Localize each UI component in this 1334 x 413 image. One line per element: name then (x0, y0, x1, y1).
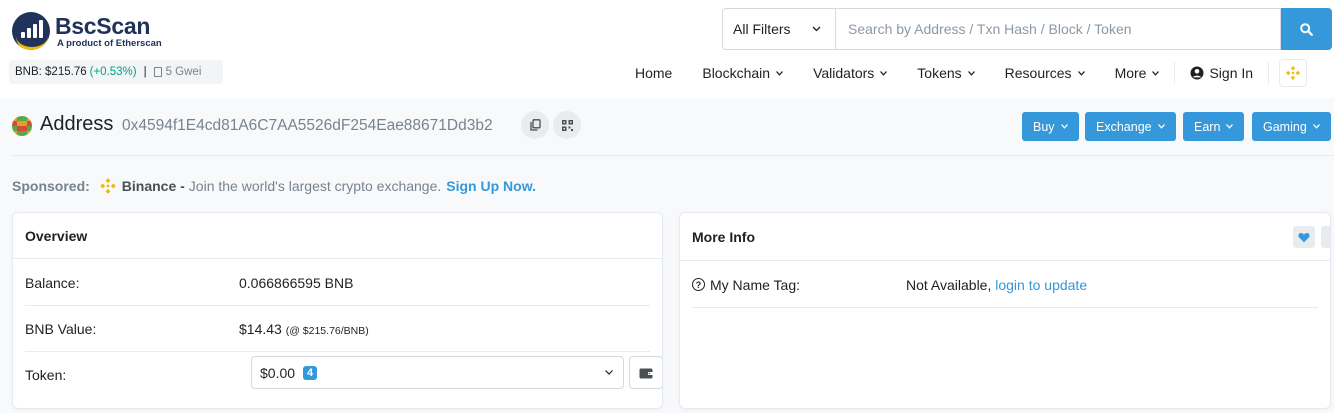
bscscan-logo-icon (12, 12, 50, 50)
favorite-button[interactable] (1293, 226, 1315, 248)
balance-label: Balance: (25, 274, 80, 291)
address-hash: 0x4594f1E4cd81A6C7AA5526dF254Eae88671Dd3… (122, 117, 493, 134)
address-identicon (12, 116, 32, 136)
login-to-update-link[interactable]: login to update (995, 277, 1087, 293)
exchange-dropdown[interactable]: Exchange (1085, 112, 1176, 141)
price-ticker: BNB: $215.76 (+0.53%) | 5 Gwei (9, 60, 223, 84)
nav-resources[interactable]: Resources (990, 65, 1100, 81)
name-tag-label-wrap: ? My Name Tag: (692, 277, 906, 293)
nav-signin-label: Sign In (1209, 65, 1254, 81)
address-header: Address 0x4594f1E4cd81A6C7AA5526dF254Eae… (12, 104, 1334, 156)
nav-home[interactable]: Home (620, 65, 687, 81)
sponsor-brand: Binance - (121, 178, 185, 194)
binance-icon (100, 178, 116, 194)
exchange-label: Exchange (1096, 119, 1152, 134)
buy-label: Buy (1033, 119, 1055, 134)
name-tag-label: My Name Tag: (710, 276, 800, 293)
chevron-down-icon (776, 70, 784, 76)
question-icon[interactable]: ? (692, 278, 705, 291)
sponsored-banner: Sponsored: Binance - Join the world's la… (12, 176, 536, 196)
gas-price-value: 5 Gwei (165, 66, 202, 78)
nav-signin[interactable]: Sign In (1175, 65, 1268, 81)
more-info-title: More Info (692, 228, 755, 245)
nav-blockchain[interactable]: Blockchain (687, 65, 798, 81)
main-nav: Home Blockchain Validators Tokens Resour… (620, 58, 1308, 88)
nav-more[interactable]: More (1100, 65, 1175, 81)
search-input[interactable] (835, 8, 1281, 50)
token-row: Token: $0.00 4 (25, 352, 662, 398)
token-count-badge: 4 (303, 365, 318, 380)
gas-price[interactable]: 5 Gwei (153, 66, 202, 78)
nav-home-label: Home (635, 65, 673, 81)
search-icon (1300, 22, 1313, 36)
nav-tokens[interactable]: Tokens (902, 65, 989, 81)
bnb-value-row: BNB Value: $14.43 (@ $215.76/BNB) (25, 306, 650, 352)
chevron-down-icon (1060, 124, 1068, 129)
chevron-down-icon (1152, 70, 1160, 76)
nav-divider (1268, 62, 1270, 84)
search-filter-select[interactable]: All Filters (722, 8, 835, 50)
earn-label: Earn (1194, 119, 1221, 134)
more-vertical-icon (1330, 231, 1331, 243)
bnb-value-rate: (@ $215.76/BNB) (285, 324, 369, 337)
token-holdings-dropdown[interactable]: $0.00 4 (251, 356, 624, 389)
logo-subtitle: A product of Etherscan (57, 37, 162, 49)
chevron-down-icon (967, 70, 975, 76)
nav-validators[interactable]: Validators (798, 65, 902, 81)
search-button[interactable] (1281, 8, 1332, 50)
chevron-down-icon (1157, 124, 1165, 129)
nav-blockchain-label: Blockchain (702, 65, 771, 81)
heart-icon (1298, 232, 1310, 242)
bnb-price: BNB: $215.76 (15, 66, 87, 78)
overview-title: Overview (13, 213, 662, 259)
token-value: $0.00 (260, 364, 296, 381)
chevron-down-icon (1226, 124, 1234, 129)
buy-dropdown[interactable]: Buy (1022, 112, 1079, 141)
bnb-value-label: BNB Value: (25, 320, 97, 337)
search-bar: All Filters (722, 8, 1332, 50)
logo[interactable]: BscScan A product of Etherscan (12, 12, 162, 50)
nav-validators-label: Validators (813, 65, 875, 81)
balance-row: Balance: 0.066866595 BNB (25, 260, 650, 306)
chevron-down-icon (812, 26, 821, 32)
logo-title: BscScan (55, 12, 151, 39)
nav-resources-label: Resources (1004, 65, 1072, 81)
sponsor-text: Join the world's largest crypto exchange… (188, 178, 442, 194)
token-wallet-button[interactable] (629, 356, 662, 389)
balance-value: 0.066866595 BNB (239, 274, 354, 291)
qr-code-icon (561, 119, 573, 131)
name-tag-row: ? My Name Tag: Not Available, login to u… (692, 262, 1318, 308)
bnb-value-amount: $14.43 (239, 320, 282, 337)
copy-address-button[interactable] (521, 111, 549, 139)
chevron-down-icon (880, 70, 888, 76)
more-info-header: More Info (680, 213, 1330, 261)
name-tag-value: Not Available, (906, 276, 992, 293)
token-label: Token: (25, 367, 67, 383)
overview-card: Overview Balance: 0.066866595 BNB BNB Va… (12, 212, 663, 409)
sponsor-signup-link[interactable]: Sign Up Now. (446, 178, 536, 194)
bnb-price-change: (+0.53%) (89, 66, 137, 78)
chevron-down-icon (1312, 124, 1320, 129)
qr-code-button[interactable] (553, 111, 581, 139)
nav-tokens-label: Tokens (917, 65, 962, 81)
more-info-card: More Info ? My Name Tag: Not Available, … (679, 212, 1331, 409)
more-options-button[interactable] (1321, 226, 1331, 248)
chevron-down-icon (605, 370, 613, 375)
bnb-icon (1286, 66, 1301, 80)
wallet-icon (639, 368, 653, 378)
search-filter-label: All Filters (733, 21, 791, 37)
sponsored-label: Sponsored: (12, 178, 90, 194)
nav-more-label: More (1114, 65, 1147, 81)
site-header: BscScan A product of Etherscan BNB: $215… (0, 0, 1334, 98)
ticker-separator: | (143, 66, 147, 78)
gaming-dropdown[interactable]: Gaming (1252, 112, 1331, 141)
user-icon (1190, 66, 1204, 80)
gas-pump-icon (153, 67, 162, 77)
page-title: Address (40, 113, 114, 135)
copy-icon (529, 119, 541, 131)
gaming-label: Gaming (1263, 119, 1307, 134)
chevron-down-icon (1077, 70, 1085, 76)
network-switch-button[interactable] (1279, 59, 1308, 87)
earn-dropdown[interactable]: Earn (1183, 112, 1245, 141)
